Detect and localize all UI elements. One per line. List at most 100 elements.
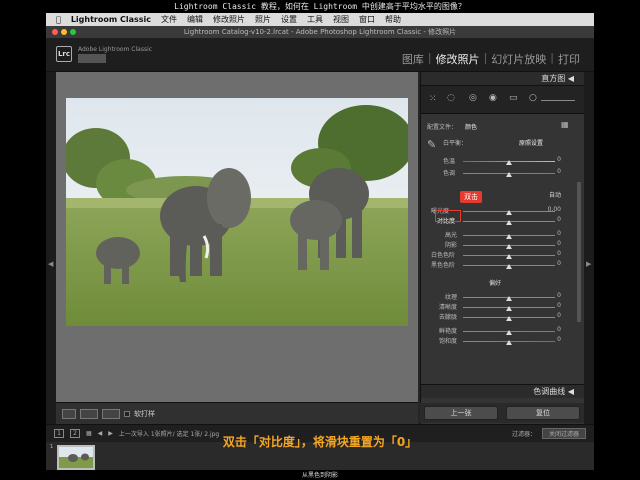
module-picker: 图库 | 修改照片 | 幻灯片放映 | 打印 xyxy=(398,51,584,67)
softproof-label: 软打样 xyxy=(134,409,155,418)
window-title-bar: Lightroom Catalog-v10-2.lrcat - Adobe Ph… xyxy=(46,26,594,38)
tint-value[interactable]: 0 xyxy=(541,168,561,175)
menu-edit[interactable]: 编辑 xyxy=(187,14,203,25)
saturation-value[interactable]: 0 xyxy=(541,336,561,343)
highlights-value[interactable]: 0 xyxy=(541,230,561,237)
tutorial-caption: 双击「对比度」，将滑块重置为「0」 xyxy=(222,435,418,449)
lightroom-window: Lrc Adobe Lightroom Classic 图库 | 修改照片 | … xyxy=(46,38,594,470)
close-window-button[interactable] xyxy=(52,29,58,35)
develop-toolbar: 软打样 xyxy=(56,402,418,424)
image-canvas[interactable] xyxy=(56,72,418,402)
temp-slider-thumb[interactable] xyxy=(506,160,512,165)
clarity-value[interactable]: 0 xyxy=(541,302,561,309)
spot-removal-icon[interactable]: ◎ xyxy=(469,93,477,103)
right-edge-strip[interactable]: ▶ xyxy=(584,72,594,424)
grid-tool-icon[interactable]: ⁙ xyxy=(429,94,437,104)
left-panel-toggle-icon[interactable]: ◀ xyxy=(48,260,53,268)
menu-photo[interactable]: 照片 xyxy=(255,14,271,25)
clarity-slider-thumb[interactable] xyxy=(506,306,512,311)
lrc-logo-icon: Lrc xyxy=(56,46,72,62)
menu-settings[interactable]: 设置 xyxy=(281,14,297,25)
clarity-label: 清晰度 xyxy=(439,304,458,311)
texture-label: 纹理 xyxy=(445,294,458,301)
panel-button-row: 上一张 复位 xyxy=(420,403,584,423)
menu-window[interactable]: 窗口 xyxy=(359,14,375,25)
redeye-icon[interactable]: ◉ xyxy=(489,93,497,103)
dehaze-slider-thumb[interactable] xyxy=(506,316,512,321)
shadows-label: 阴影 xyxy=(445,242,458,249)
contrast-value[interactable]: 0 xyxy=(541,216,561,223)
crop-tool-icon[interactable]: ◌ xyxy=(447,93,455,103)
saturation-slider-thumb[interactable] xyxy=(506,340,512,345)
temp-value[interactable]: 0 xyxy=(541,156,561,163)
apple-icon[interactable]:  xyxy=(56,15,61,24)
profile-value[interactable]: 颜色 xyxy=(465,122,477,131)
tint-label: 色调 xyxy=(443,170,456,177)
thumbnail-image xyxy=(59,447,93,468)
texture-value[interactable]: 0 xyxy=(541,292,561,299)
right-panel-scrollbar[interactable] xyxy=(577,182,581,322)
dehaze-label: 去朦胧 xyxy=(439,314,458,321)
menu-app-name[interactable]: Lightroom Classic xyxy=(71,15,151,24)
tutorial-footer: 从黑色到阴影 xyxy=(301,472,338,479)
zoom-window-button[interactable] xyxy=(70,29,76,35)
shadows-slider-thumb[interactable] xyxy=(506,244,512,249)
dehaze-value[interactable]: 0 xyxy=(541,312,561,319)
menu-develop[interactable]: 修改照片 xyxy=(213,14,245,25)
highlights-label: 高光 xyxy=(445,232,458,239)
radial-filter-icon[interactable]: ○ xyxy=(529,93,537,103)
blacks-label: 黑色色阶 xyxy=(431,262,456,269)
module-develop[interactable]: 修改照片 xyxy=(432,51,484,67)
contrast-highlight-box xyxy=(435,210,461,222)
eyedropper-icon[interactable]: ✎ xyxy=(427,138,436,151)
module-print[interactable]: 打印 xyxy=(554,51,584,67)
wb-value[interactable]: 原照设置 xyxy=(519,138,543,147)
mac-menu-bar:  Lightroom Classic 文件 编辑 修改照片 照片 设置 工具 … xyxy=(46,13,594,26)
previous-button[interactable]: 上一张 xyxy=(424,406,498,420)
whites-value[interactable]: 0 xyxy=(541,250,561,257)
highlights-slider-thumb[interactable] xyxy=(506,234,512,239)
compare-view-button[interactable] xyxy=(80,408,98,419)
softproof-checkbox[interactable] xyxy=(124,410,130,417)
identity-plate-box xyxy=(78,54,106,63)
right-panel-toggle-icon[interactable]: ▶ xyxy=(586,260,591,268)
module-slideshow[interactable]: 幻灯片放映 xyxy=(487,51,550,67)
profile-browser-icon[interactable]: ▦ xyxy=(561,120,569,129)
exposure-value[interactable]: 0.00 xyxy=(541,206,561,213)
wb-label: 白平衡： xyxy=(443,140,468,147)
tool-strip: ⁙ ◌ ◎ ◉ ▭ ○ xyxy=(421,86,584,114)
video-caption-top: Lightroom Classic 教程，如何在 Lightroom 中创建高于… xyxy=(0,0,640,13)
menu-file[interactable]: 文件 xyxy=(161,14,177,25)
left-panel-collapsed[interactable]: ◀ xyxy=(46,72,56,424)
elephant-photo-image xyxy=(66,98,408,326)
reset-button[interactable]: 复位 xyxy=(506,406,580,420)
tint-slider-thumb[interactable] xyxy=(506,172,512,177)
vibrance-slider-thumb[interactable] xyxy=(506,330,512,335)
whites-label: 白色色阶 xyxy=(431,252,456,259)
texture-slider-thumb[interactable] xyxy=(506,296,512,301)
temp-label: 色温 xyxy=(443,158,456,165)
minimize-window-button[interactable] xyxy=(61,29,67,35)
blacks-slider-thumb[interactable] xyxy=(506,264,512,269)
identity-name: Adobe Lightroom Classic xyxy=(78,46,153,53)
vibrance-label: 鲜艳度 xyxy=(439,328,458,335)
tone-auto-button[interactable]: 自动 xyxy=(549,190,561,199)
saturation-label: 饱和度 xyxy=(439,338,458,345)
module-library[interactable]: 图库 xyxy=(398,51,428,67)
menu-view[interactable]: 视图 xyxy=(333,14,349,25)
blacks-value[interactable]: 0 xyxy=(541,260,561,267)
vibrance-value[interactable]: 0 xyxy=(541,326,561,333)
whites-slider-thumb[interactable] xyxy=(506,254,512,259)
shadows-value[interactable]: 0 xyxy=(541,240,561,247)
brush-size-slider[interactable] xyxy=(541,100,575,101)
menu-help[interactable]: 帮助 xyxy=(385,14,401,25)
histogram-header[interactable]: 直方图 ◀ xyxy=(421,72,584,86)
exposure-slider-thumb[interactable] xyxy=(506,210,512,215)
contrast-slider-thumb[interactable] xyxy=(506,220,512,225)
loupe-view-button[interactable] xyxy=(62,408,76,419)
menu-tools[interactable]: 工具 xyxy=(307,14,323,25)
graduated-filter-icon[interactable]: ▭ xyxy=(509,93,518,103)
before-after-button[interactable] xyxy=(102,408,120,419)
tone-curve-header[interactable]: 色调曲线 ◀ xyxy=(421,384,584,398)
identity-plate: Lrc Adobe Lightroom Classic 图库 | 修改照片 | … xyxy=(46,38,594,72)
